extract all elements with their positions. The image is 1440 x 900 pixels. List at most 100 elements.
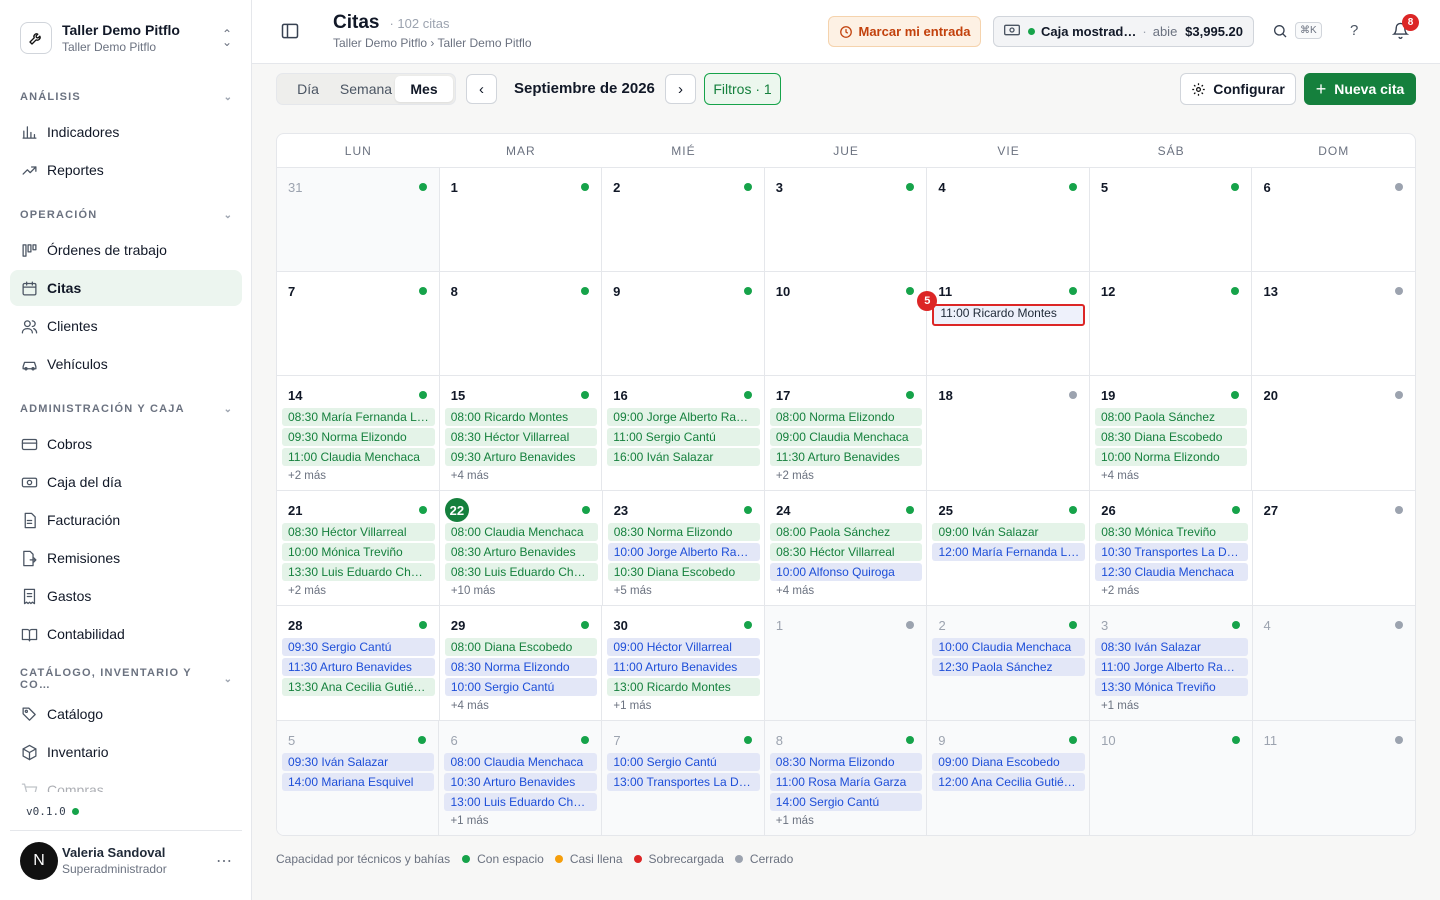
more-appointments-link[interactable]: +1 más	[1095, 698, 1248, 714]
sidebar-item-reportes[interactable]: Reportes	[10, 152, 242, 188]
appointment-chip[interactable]: 14:00 Sergio Cantú	[769, 793, 923, 811]
day-cell[interactable]: 30 09:00 Héctor Villarreal 11:00 Arturo Be…	[602, 606, 765, 720]
day-cell[interactable]: 28 09:30 Sergio Cantú 11:30 Arturo Benavid…	[277, 606, 440, 720]
day-cell[interactable]: 7 10:00 Sergio Cantú 13:00 Transportes La …	[602, 721, 765, 835]
user-menu[interactable]: N Valeria Sandoval Superadministrador ⋯	[10, 830, 242, 890]
day-cell[interactable]: 26 08:30 Mónica Treviño 10:30 Transportes …	[1090, 491, 1253, 605]
previous-month-button[interactable]: ‹	[466, 74, 497, 104]
more-appointments-link[interactable]: +4 más	[770, 583, 922, 599]
appointment-chip[interactable]: 10:30 Arturo Benavides	[444, 773, 598, 791]
appointment-chip[interactable]: 08:00 Paola Sánchez	[770, 523, 923, 541]
appointment-chip[interactable]: 09:30 Iván Salazar	[282, 753, 435, 771]
more-appointments-link[interactable]: +4 más	[445, 468, 598, 484]
appointment-chip[interactable]: 11:30 Arturo Benavides	[282, 658, 435, 676]
appointment-chip[interactable]: 08:30 Mónica Treviño	[1095, 523, 1248, 541]
section-header-administracion-y-caja[interactable]: ADMINISTRACIÓN Y CAJA ⌄	[10, 392, 242, 426]
appointment-chip[interactable]: 10:00 Jorge Alberto Ra…	[607, 543, 761, 561]
appointment-chip[interactable]: 11:00 Rosa María Garza	[769, 773, 923, 791]
appointment-chip[interactable]: 08:30 Norma Elizondo	[769, 753, 923, 771]
day-cell[interactable]: 3 08:30 Iván Salazar 11:00 Jorge Alberto R…	[1089, 606, 1253, 720]
day-cell[interactable]: 11	[1252, 721, 1415, 835]
appointment-chip[interactable]: 09:30 Arturo Benavides	[444, 448, 598, 466]
appointment-chip[interactable]: 12:00 Ana Cecilia Gutiér…	[932, 773, 1086, 791]
sidebar-item-remisiones[interactable]: Remisiones	[10, 540, 242, 576]
appointment-chip[interactable]: 08:30 Iván Salazar	[1094, 638, 1248, 656]
view-semana-tab[interactable]: Semana	[337, 76, 395, 102]
day-cell[interactable]: 13	[1252, 272, 1415, 375]
appointment-chip[interactable]: 08:30 María Fernanda L…	[282, 408, 435, 426]
next-month-button[interactable]: ›	[665, 74, 696, 104]
day-cell[interactable]: 7	[277, 272, 440, 375]
sidebar-item-catalogo[interactable]: Catálogo	[10, 696, 242, 732]
sidebar-item-contabilidad[interactable]: Contabilidad	[10, 616, 242, 652]
appointment-chip[interactable]: 13:30 Luis Eduardo Chá…	[282, 563, 435, 581]
sidebar-item-citas[interactable]: Citas	[10, 270, 242, 306]
view-mes-tab[interactable]: Mes	[395, 76, 453, 102]
day-cell[interactable]: 20	[1252, 376, 1415, 490]
day-cell[interactable]: 5	[1090, 168, 1253, 271]
appointment-chip[interactable]: 08:00 Claudia Menchaca	[444, 753, 598, 771]
sidebar-item-ordenes-de-trabajo[interactable]: Órdenes de trabajo	[10, 232, 242, 268]
section-header-analisis[interactable]: ANÁLISIS ⌄	[10, 80, 242, 114]
sidebar-toggle-icon[interactable]	[280, 21, 302, 43]
appointment-chip[interactable]: 14:00 Mariana Esquivel	[282, 773, 435, 791]
appointment-chip[interactable]: 10:00 Norma Elizondo	[1094, 448, 1248, 466]
day-cell[interactable]: 10	[1090, 721, 1253, 835]
appointment-chip[interactable]: 08:30 Norma Elizondo	[444, 658, 598, 676]
day-cell[interactable]: 2 10:00 Claudia Menchaca 12:30 Paola Sánch…	[927, 606, 1090, 720]
appointment-chip[interactable]: 12:30 Claudia Menchaca	[1095, 563, 1248, 581]
appointment-chip[interactable]: 09:30 Sergio Cantú	[282, 638, 435, 656]
workspace-switcher[interactable]: Taller Demo Pitflo Taller Demo Pitflo ⌃ ⌄	[10, 10, 242, 66]
appointment-chip[interactable]: 08:00 Ricardo Montes	[444, 408, 598, 426]
day-cell[interactable]: 31	[277, 168, 440, 271]
appointment-chip[interactable]: 10:00 Alfonso Quiroga	[770, 563, 923, 581]
search-icon[interactable]	[1272, 23, 1288, 42]
day-cell[interactable]: 5 09:30 Iván Salazar 14:00 Mariana Esquive…	[277, 721, 440, 835]
sidebar-item-caja-del-dia[interactable]: Caja del día	[10, 464, 242, 500]
day-cell[interactable]: 15 08:00 Ricardo Montes 08:30 Héctor Villa…	[440, 376, 603, 490]
more-appointments-link[interactable]: +2 más	[1095, 583, 1247, 599]
appointment-chip[interactable]: 13:00 Luis Eduardo Chá…	[444, 793, 598, 811]
appointment-chip[interactable]: 10:30 Transportes La D…	[1095, 543, 1248, 561]
appointment-chip[interactable]: 08:30 Héctor Villarreal	[770, 543, 923, 561]
day-cell[interactable]: 16 09:00 Jorge Alberto Ra… 11:00 Sergio Ca…	[602, 376, 765, 490]
appointment-chip[interactable]: 09:30 Norma Elizondo	[282, 428, 435, 446]
appointment-chip[interactable]: 12:30 Paola Sánchez	[932, 658, 1085, 676]
appointment-chip[interactable]: 11:00 Arturo Benavides	[607, 658, 760, 676]
sidebar-item-compras[interactable]: Compras	[10, 772, 242, 792]
day-cell[interactable]: 17 08:00 Norma Elizondo 09:00 Claudia Menc…	[765, 376, 928, 490]
appointment-chip[interactable]: 08:30 Luis Eduardo Chá…	[444, 563, 598, 581]
day-cell[interactable]: 1	[440, 168, 603, 271]
more-appointments-link[interactable]: +2 más	[282, 583, 435, 599]
more-appointments-link[interactable]: +1 más	[770, 813, 922, 829]
sidebar-item-indicadores[interactable]: Indicadores	[10, 114, 242, 150]
more-appointments-link[interactable]: +5 más	[608, 583, 760, 599]
day-cell[interactable]: 8 08:30 Norma Elizondo 11:00 Rosa María Ga…	[764, 721, 928, 835]
appointment-chip[interactable]: 10:00 Sergio Cantú	[607, 753, 760, 771]
appointment-chip[interactable]: 08:30 Héctor Villarreal	[444, 428, 598, 446]
day-cell[interactable]: 18	[927, 376, 1090, 490]
appointment-chip[interactable]: 13:30 Ana Cecilia Gutiér…	[282, 678, 435, 696]
day-cell[interactable]: 9	[602, 272, 765, 375]
appointment-chip[interactable]: 08:00 Diana Escobedo	[444, 638, 598, 656]
day-cell[interactable]: 6	[1252, 168, 1415, 271]
filters-button[interactable]: Filtros · 1	[704, 73, 781, 105]
day-cell[interactable]: 19 08:00 Paola Sánchez 08:30 Diana Escobed…	[1090, 376, 1253, 490]
day-cell[interactable]: 6 08:00 Claudia Menchaca 10:30 Arturo Bena…	[439, 721, 603, 835]
day-cell[interactable]: 25 09:00 Iván Salazar 12:00 María Fernanda…	[927, 491, 1091, 605]
help-icon[interactable]: ?	[1350, 22, 1358, 39]
sidebar-item-inventario[interactable]: Inventario	[10, 734, 242, 770]
day-cell[interactable]: 4	[1252, 606, 1415, 720]
appointment-chip[interactable]: 08:00 Claudia Menchaca	[444, 523, 598, 541]
appointment-chip[interactable]: 10:00 Claudia Menchaca	[932, 638, 1085, 656]
sidebar-item-gastos[interactable]: Gastos	[10, 578, 242, 614]
appointment-chip[interactable]: 13:00 Ricardo Montes	[607, 678, 760, 696]
more-appointments-link[interactable]: +1 más	[607, 698, 760, 714]
appointment-chip[interactable]: 13:00 Transportes La D…	[607, 773, 760, 791]
appointment-chip[interactable]: 09:00 Héctor Villarreal	[607, 638, 760, 656]
sidebar-item-vehiculos[interactable]: Vehículos	[10, 346, 242, 382]
day-cell[interactable]: 14 08:30 María Fernanda L… 09:30 Norma Eli…	[277, 376, 440, 490]
day-cell[interactable]: 1	[764, 606, 928, 720]
day-cell[interactable]: 22 08:00 Claudia Menchaca 08:30 Arturo Ben…	[440, 491, 603, 605]
view-dia-tab[interactable]: Día	[279, 76, 337, 102]
